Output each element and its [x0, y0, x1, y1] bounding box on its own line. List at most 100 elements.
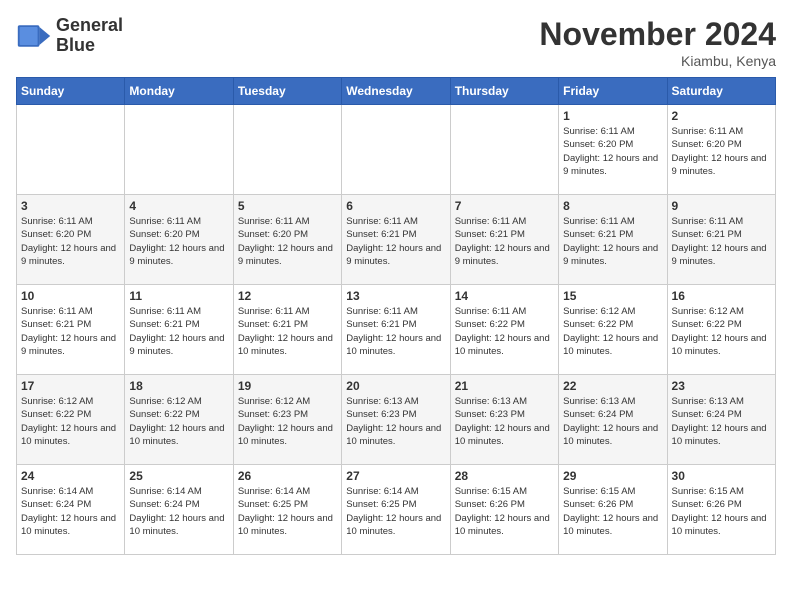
day-number: 28: [455, 469, 554, 483]
day-info: Sunrise: 6:15 AM Sunset: 6:26 PM Dayligh…: [672, 485, 771, 538]
day-number: 15: [563, 289, 662, 303]
day-info: Sunrise: 6:13 AM Sunset: 6:23 PM Dayligh…: [346, 395, 445, 448]
calendar-cell: 1 Sunrise: 6:11 AM Sunset: 6:20 PM Daylig…: [559, 105, 667, 195]
day-number: 12: [238, 289, 337, 303]
calendar-cell: [17, 105, 125, 195]
calendar-cell: 13 Sunrise: 6:11 AM Sunset: 6:21 PM Dayli…: [342, 285, 450, 375]
calendar-cell: 29 Sunrise: 6:15 AM Sunset: 6:26 PM Dayli…: [559, 465, 667, 555]
day-number: 16: [672, 289, 771, 303]
calendar-cell: 15Sunrise: 6:12 AM Sunset: 6:22 PM Dayli…: [559, 285, 667, 375]
day-info: Sunrise: 6:14 AM Sunset: 6:25 PM Dayligh…: [238, 485, 337, 538]
weekday-header-thursday: Thursday: [450, 78, 558, 105]
calendar-cell: [125, 105, 233, 195]
day-info: Sunrise: 6:13 AM Sunset: 6:23 PM Dayligh…: [455, 395, 554, 448]
day-info: Sunrise: 6:13 AM Sunset: 6:24 PM Dayligh…: [563, 395, 662, 448]
week-row-3: 17Sunrise: 6:12 AM Sunset: 6:22 PM Dayli…: [17, 375, 776, 465]
day-info: Sunrise: 6:11 AM Sunset: 6:21 PM Dayligh…: [238, 305, 337, 358]
calendar-cell: 28 Sunrise: 6:15 AM Sunset: 6:26 PM Dayli…: [450, 465, 558, 555]
day-info: Sunrise: 6:11 AM Sunset: 6:21 PM Dayligh…: [346, 305, 445, 358]
day-number: 25: [129, 469, 228, 483]
day-info: Sunrise: 6:11 AM Sunset: 6:21 PM Dayligh…: [346, 215, 445, 268]
day-number: 27: [346, 469, 445, 483]
day-info: Sunrise: 6:11 AM Sunset: 6:21 PM Dayligh…: [129, 305, 228, 358]
calendar-cell: 23Sunrise: 6:13 AM Sunset: 6:24 PM Dayli…: [667, 375, 775, 465]
day-number: 13: [346, 289, 445, 303]
day-number: 23: [672, 379, 771, 393]
day-info: Sunrise: 6:11 AM Sunset: 6:21 PM Dayligh…: [455, 215, 554, 268]
day-number: 7: [455, 199, 554, 213]
calendar-cell: 11 Sunrise: 6:11 AM Sunset: 6:21 PM Dayli…: [125, 285, 233, 375]
day-number: 9: [672, 199, 771, 213]
calendar-cell: 20 Sunrise: 6:13 AM Sunset: 6:23 PM Dayli…: [342, 375, 450, 465]
logo-line1: General: [56, 16, 123, 36]
day-info: Sunrise: 6:11 AM Sunset: 6:20 PM Dayligh…: [129, 215, 228, 268]
day-info: Sunrise: 6:11 AM Sunset: 6:20 PM Dayligh…: [672, 125, 771, 178]
day-number: 18: [129, 379, 228, 393]
logo-line2: Blue: [56, 36, 123, 56]
day-info: Sunrise: 6:11 AM Sunset: 6:20 PM Dayligh…: [238, 215, 337, 268]
calendar-cell: 5 Sunrise: 6:11 AM Sunset: 6:20 PM Daylig…: [233, 195, 341, 285]
calendar-cell: 2 Sunrise: 6:11 AM Sunset: 6:20 PM Daylig…: [667, 105, 775, 195]
day-number: 19: [238, 379, 337, 393]
day-info: Sunrise: 6:15 AM Sunset: 6:26 PM Dayligh…: [455, 485, 554, 538]
day-number: 22: [563, 379, 662, 393]
day-number: 6: [346, 199, 445, 213]
header: General Blue November 2024 Kiambu, Kenya: [16, 16, 776, 69]
day-number: 20: [346, 379, 445, 393]
calendar-cell: 25 Sunrise: 6:14 AM Sunset: 6:24 PM Dayli…: [125, 465, 233, 555]
calendar: SundayMondayTuesdayWednesdayThursdayFrid…: [16, 77, 776, 555]
calendar-header: SundayMondayTuesdayWednesdayThursdayFrid…: [17, 78, 776, 105]
day-number: 4: [129, 199, 228, 213]
calendar-cell: 19 Sunrise: 6:12 AM Sunset: 6:23 PM Dayli…: [233, 375, 341, 465]
logo-icon: [16, 18, 52, 54]
day-number: 26: [238, 469, 337, 483]
day-info: Sunrise: 6:14 AM Sunset: 6:25 PM Dayligh…: [346, 485, 445, 538]
calendar-cell: 4 Sunrise: 6:11 AM Sunset: 6:20 PM Daylig…: [125, 195, 233, 285]
day-info: Sunrise: 6:15 AM Sunset: 6:26 PM Dayligh…: [563, 485, 662, 538]
day-info: Sunrise: 6:11 AM Sunset: 6:21 PM Dayligh…: [563, 215, 662, 268]
weekday-header-sunday: Sunday: [17, 78, 125, 105]
month-title: November 2024: [539, 16, 776, 53]
day-number: 1: [563, 109, 662, 123]
day-info: Sunrise: 6:14 AM Sunset: 6:24 PM Dayligh…: [129, 485, 228, 538]
day-info: Sunrise: 6:11 AM Sunset: 6:22 PM Dayligh…: [455, 305, 554, 358]
calendar-cell: 10Sunrise: 6:11 AM Sunset: 6:21 PM Dayli…: [17, 285, 125, 375]
weekday-header-friday: Friday: [559, 78, 667, 105]
location: Kiambu, Kenya: [539, 53, 776, 69]
calendar-cell: 6 Sunrise: 6:11 AM Sunset: 6:21 PM Daylig…: [342, 195, 450, 285]
day-info: Sunrise: 6:11 AM Sunset: 6:20 PM Dayligh…: [21, 215, 120, 268]
calendar-cell: 18 Sunrise: 6:12 AM Sunset: 6:22 PM Dayli…: [125, 375, 233, 465]
day-number: 24: [21, 469, 120, 483]
week-row-2: 10Sunrise: 6:11 AM Sunset: 6:21 PM Dayli…: [17, 285, 776, 375]
weekday-header-row: SundayMondayTuesdayWednesdayThursdayFrid…: [17, 78, 776, 105]
calendar-cell: 8Sunrise: 6:11 AM Sunset: 6:21 PM Daylig…: [559, 195, 667, 285]
week-row-1: 3 Sunrise: 6:11 AM Sunset: 6:20 PM Daylig…: [17, 195, 776, 285]
day-number: 3: [21, 199, 120, 213]
day-info: Sunrise: 6:12 AM Sunset: 6:22 PM Dayligh…: [672, 305, 771, 358]
day-info: Sunrise: 6:11 AM Sunset: 6:20 PM Dayligh…: [563, 125, 662, 178]
day-number: 11: [129, 289, 228, 303]
calendar-cell: 17Sunrise: 6:12 AM Sunset: 6:22 PM Dayli…: [17, 375, 125, 465]
weekday-header-tuesday: Tuesday: [233, 78, 341, 105]
day-info: Sunrise: 6:12 AM Sunset: 6:22 PM Dayligh…: [129, 395, 228, 448]
weekday-header-monday: Monday: [125, 78, 233, 105]
calendar-cell: 30Sunrise: 6:15 AM Sunset: 6:26 PM Dayli…: [667, 465, 775, 555]
day-number: 21: [455, 379, 554, 393]
day-number: 5: [238, 199, 337, 213]
calendar-cell: 22 Sunrise: 6:13 AM Sunset: 6:24 PM Dayli…: [559, 375, 667, 465]
day-number: 29: [563, 469, 662, 483]
day-info: Sunrise: 6:11 AM Sunset: 6:21 PM Dayligh…: [672, 215, 771, 268]
day-info: Sunrise: 6:11 AM Sunset: 6:21 PM Dayligh…: [21, 305, 120, 358]
calendar-cell: 27 Sunrise: 6:14 AM Sunset: 6:25 PM Dayli…: [342, 465, 450, 555]
day-number: 2: [672, 109, 771, 123]
title-area: November 2024 Kiambu, Kenya: [539, 16, 776, 69]
day-info: Sunrise: 6:12 AM Sunset: 6:23 PM Dayligh…: [238, 395, 337, 448]
calendar-cell: [233, 105, 341, 195]
weekday-header-wednesday: Wednesday: [342, 78, 450, 105]
calendar-cell: 21 Sunrise: 6:13 AM Sunset: 6:23 PM Dayli…: [450, 375, 558, 465]
calendar-cell: 14Sunrise: 6:11 AM Sunset: 6:22 PM Dayli…: [450, 285, 558, 375]
calendar-cell: 12 Sunrise: 6:11 AM Sunset: 6:21 PM Dayli…: [233, 285, 341, 375]
calendar-cell: 26 Sunrise: 6:14 AM Sunset: 6:25 PM Dayli…: [233, 465, 341, 555]
weekday-header-saturday: Saturday: [667, 78, 775, 105]
calendar-cell: 7 Sunrise: 6:11 AM Sunset: 6:21 PM Daylig…: [450, 195, 558, 285]
